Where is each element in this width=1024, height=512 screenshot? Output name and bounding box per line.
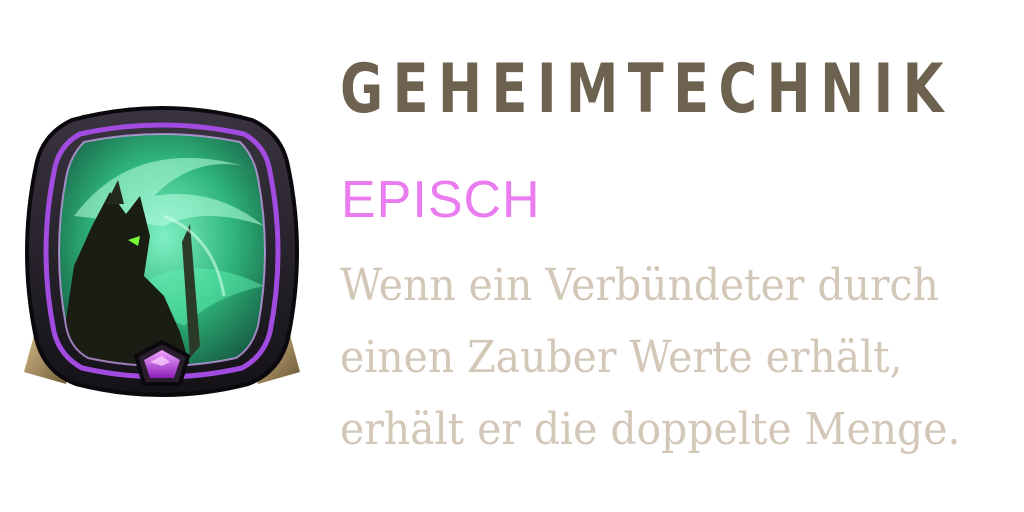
- description-line: erhält er die doppelte Menge.: [340, 404, 961, 455]
- description-line: Wenn ein Verbündeter durch: [340, 260, 939, 311]
- augment-description: Wenn ein Verbündeter durch einen Zauber …: [340, 250, 1020, 466]
- augment-icon-frame: [14, 96, 310, 408]
- augment-card: GEHEIMTECHNIK EPISCH Wenn ein Verbündete…: [0, 0, 1024, 512]
- description-line: einen Zauber Werte erhält,: [340, 332, 903, 383]
- augment-title: GEHEIMTECHNIK: [340, 50, 953, 129]
- shadow-warrior-artwork-icon: [24, 106, 300, 397]
- rarity-label: EPISCH: [341, 171, 541, 229]
